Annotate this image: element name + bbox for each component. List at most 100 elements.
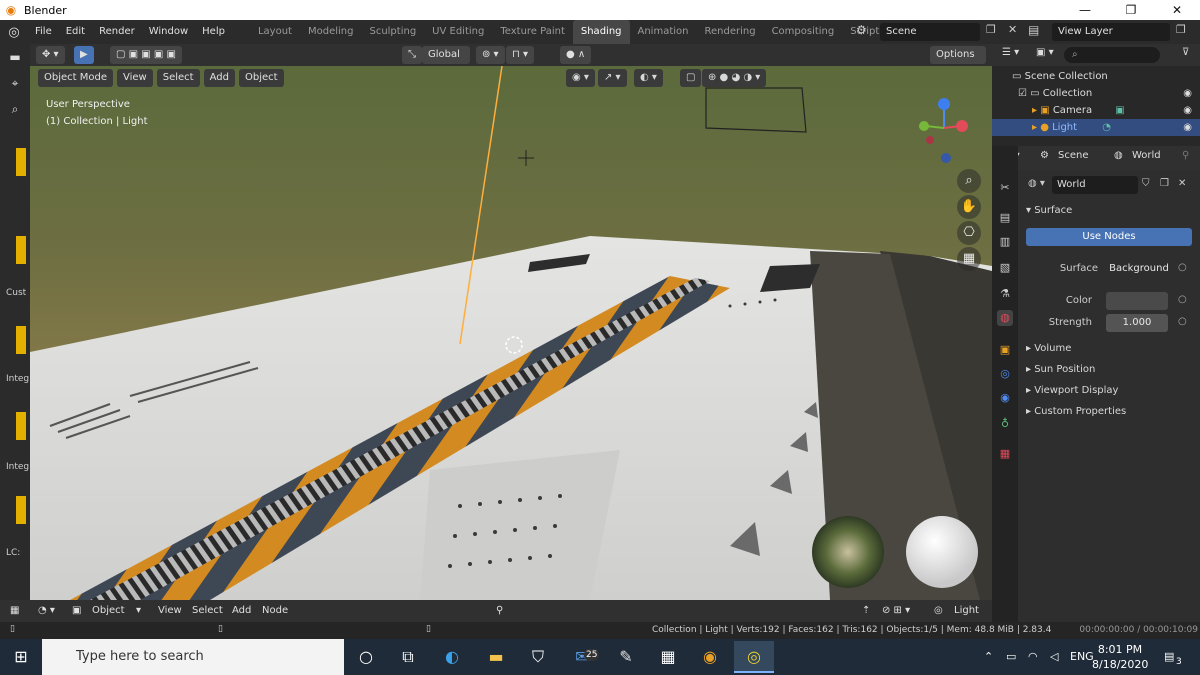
unlink-icon[interactable]: ✕ bbox=[1178, 178, 1186, 189]
node-tree-type-icon[interactable]: ▣ bbox=[72, 603, 81, 619]
view-layer-selector[interactable]: View Layer bbox=[1052, 23, 1170, 41]
view-layer-tab-icon[interactable]: ▧ bbox=[997, 260, 1013, 276]
proportional-edit-icon[interactable]: ● ∧ bbox=[560, 46, 592, 64]
viewport-display-panel-header[interactable]: ▸ Viewport Display bbox=[1026, 382, 1118, 400]
outliner-item-collection[interactable]: ☑ ▭ Collection ◉ bbox=[992, 85, 1200, 102]
store-icon[interactable]: ⛉ bbox=[518, 641, 558, 673]
volume-icon[interactable]: ◁ bbox=[1050, 639, 1058, 675]
new-view-layer-icon[interactable]: ❐ bbox=[1176, 23, 1186, 36]
camera-view-icon[interactable]: ⎔ bbox=[957, 221, 981, 245]
close-button[interactable]: ✕ bbox=[1154, 0, 1200, 20]
tab-compositing[interactable]: Compositing bbox=[764, 20, 843, 44]
sun-position-panel-header[interactable]: ▸ Sun Position bbox=[1026, 361, 1095, 379]
node-menu-node[interactable]: Node bbox=[262, 603, 288, 619]
wifi-icon[interactable]: ◠ bbox=[1028, 639, 1038, 675]
fake-user-icon[interactable]: ⛉ bbox=[1142, 178, 1150, 189]
strength-link-icon[interactable]: ○ bbox=[1178, 316, 1187, 327]
outliner-editor-icon[interactable]: ☰ ▾ bbox=[1002, 47, 1019, 58]
select-mode-icons[interactable]: ▢ ▣ ▣ ▣ ▣ bbox=[110, 46, 182, 64]
edge-browser-icon[interactable]: ◐ bbox=[432, 641, 472, 673]
task-view-icon[interactable]: ⧉ bbox=[388, 641, 428, 673]
node-menu-add[interactable]: Add bbox=[232, 603, 251, 619]
editor-type-icon[interactable]: ▦ bbox=[10, 603, 19, 619]
world-tab-icon[interactable]: ◍ bbox=[997, 310, 1013, 326]
tab-modeling[interactable]: Modeling bbox=[300, 20, 362, 44]
snap-icon[interactable]: ⊓ ▾ bbox=[506, 46, 535, 64]
zoom-icon[interactable]: ⌕ bbox=[957, 169, 981, 193]
mail-icon[interactable]: ✉ 25 bbox=[562, 641, 602, 673]
outliner-item-light[interactable]: ▸ ● Light ◔ ◉ bbox=[992, 119, 1200, 136]
viewport-menu-object[interactable]: Object bbox=[238, 69, 284, 87]
node-menu-view[interactable]: View bbox=[158, 603, 182, 619]
pin-icon[interactable]: ⚲ bbox=[496, 603, 503, 619]
taskbar-clock[interactable]: 8:01 PM 8/18/2020 bbox=[1092, 642, 1148, 672]
blender-taskbar-icon[interactable]: ◎ bbox=[734, 641, 774, 673]
start-windows-icon[interactable]: ⊞ bbox=[0, 639, 42, 675]
scene-selector[interactable]: Scene bbox=[880, 23, 980, 41]
menu-help[interactable]: Help bbox=[195, 20, 232, 44]
texture-tab-icon[interactable]: ▦ bbox=[997, 446, 1013, 462]
orientation-dropdown[interactable]: Global bbox=[422, 46, 470, 64]
paint-app-icon[interactable]: ✎ bbox=[606, 641, 646, 673]
view-layer-icon[interactable]: ▤ bbox=[1028, 23, 1039, 37]
surface-link-icon[interactable]: ○ bbox=[1178, 262, 1187, 273]
tab-animation[interactable]: Animation bbox=[630, 20, 697, 44]
menu-window[interactable]: Window bbox=[142, 20, 195, 44]
strength-input[interactable]: 1.000 bbox=[1106, 314, 1168, 332]
eye-icon[interactable]: ◉ bbox=[1183, 85, 1192, 102]
visibility-icon[interactable]: ◉ ▾ bbox=[566, 69, 595, 87]
volume-panel-header[interactable]: ▸ Volume bbox=[1026, 340, 1071, 358]
shading-modes-icon[interactable]: ⊕ ● ◕ ◑ ▾ bbox=[702, 69, 767, 87]
battery-icon[interactable]: ▭ bbox=[1006, 639, 1016, 675]
menu-edit[interactable]: Edit bbox=[59, 20, 92, 44]
viewport-menu-add[interactable]: Add bbox=[203, 69, 235, 87]
pin-icon[interactable]: ⚲ bbox=[1182, 150, 1189, 161]
tab-rendering[interactable]: Rendering bbox=[696, 20, 763, 44]
xray-icon[interactable]: ▢ bbox=[680, 69, 702, 87]
surface-panel-header[interactable]: ▾ Surface bbox=[1026, 202, 1072, 220]
tab-sculpting[interactable]: Sculpting bbox=[361, 20, 424, 44]
folder-icon[interactable]: ▬ bbox=[6, 48, 24, 66]
menu-file[interactable]: File bbox=[28, 20, 59, 44]
light-data-tab-icon[interactable]: ♁ bbox=[997, 416, 1013, 432]
duplicate-icon[interactable]: ❐ bbox=[1160, 178, 1169, 189]
video-editor-icon[interactable]: ▦ bbox=[648, 641, 688, 673]
taskbar-search-input[interactable]: Type here to search bbox=[42, 639, 344, 675]
object-mode-dropdown[interactable]: Object Mode bbox=[38, 69, 113, 87]
tab-uv-editing[interactable]: UV Editing bbox=[424, 20, 492, 44]
file-thumbnail-1[interactable] bbox=[16, 148, 26, 176]
pivot-point-icon[interactable]: ⊚ ▾ bbox=[476, 46, 505, 64]
node-menu-select[interactable]: Select bbox=[192, 603, 223, 619]
orientation-icon[interactable]: ⤡ bbox=[402, 46, 422, 64]
object-tab-icon[interactable]: ▣ bbox=[997, 342, 1013, 358]
ortho-grid-icon[interactable]: ▦ bbox=[957, 247, 981, 271]
gizmo-icon[interactable]: ↗ ▾ bbox=[598, 69, 627, 87]
breadcrumb-world[interactable]: World bbox=[1132, 150, 1161, 161]
eye-icon[interactable]: ◉ bbox=[1183, 102, 1192, 119]
outliner-item-camera[interactable]: ▸ ▣ Camera ▣ ◉ bbox=[992, 102, 1200, 119]
eye-icon[interactable]: ◉ bbox=[1183, 119, 1192, 136]
filter-icon[interactable]: ⊽ bbox=[1182, 47, 1189, 58]
color-link-icon[interactable]: ○ bbox=[1178, 294, 1187, 305]
file-thumbnail-3[interactable] bbox=[16, 326, 26, 354]
scene-icon[interactable]: ⚙ bbox=[856, 23, 867, 37]
pan-hand-icon[interactable]: ✋ bbox=[957, 195, 981, 219]
new-scene-icon[interactable]: ❐ bbox=[986, 23, 996, 36]
cortana-icon[interactable]: ○ bbox=[346, 641, 386, 673]
file-explorer-icon[interactable]: ▬ bbox=[476, 641, 516, 673]
display-mode-icon[interactable]: ▣ ▾ bbox=[1036, 47, 1054, 58]
chrome-icon[interactable]: ◉ bbox=[690, 641, 730, 673]
checkbox-icon[interactable]: ☑ ▭ bbox=[1018, 88, 1043, 99]
viewport-menu-view[interactable]: View bbox=[117, 69, 153, 87]
render-tab-icon[interactable]: ▤ bbox=[997, 210, 1013, 226]
search-icon[interactable]: ⌕ bbox=[6, 100, 24, 118]
file-thumbnail-2[interactable] bbox=[16, 236, 26, 264]
outliner-search-input[interactable]: ⌕ bbox=[1064, 47, 1160, 63]
3d-viewport[interactable]: Object Mode View Select Add Object ◉ ▾ ↗… bbox=[30, 66, 992, 600]
transform-pivot-icon[interactable]: ✥ ▾ bbox=[36, 46, 65, 64]
surface-shader-dropdown[interactable]: Background bbox=[1106, 260, 1172, 278]
overlays-icon[interactable]: ◐ ▾ bbox=[634, 69, 663, 87]
language-indicator[interactable]: ENG bbox=[1070, 639, 1094, 675]
physics-tab-icon[interactable]: ◉ bbox=[997, 390, 1013, 406]
snap-node-icon[interactable]: ⊘ ⊞ ▾ bbox=[882, 603, 910, 619]
